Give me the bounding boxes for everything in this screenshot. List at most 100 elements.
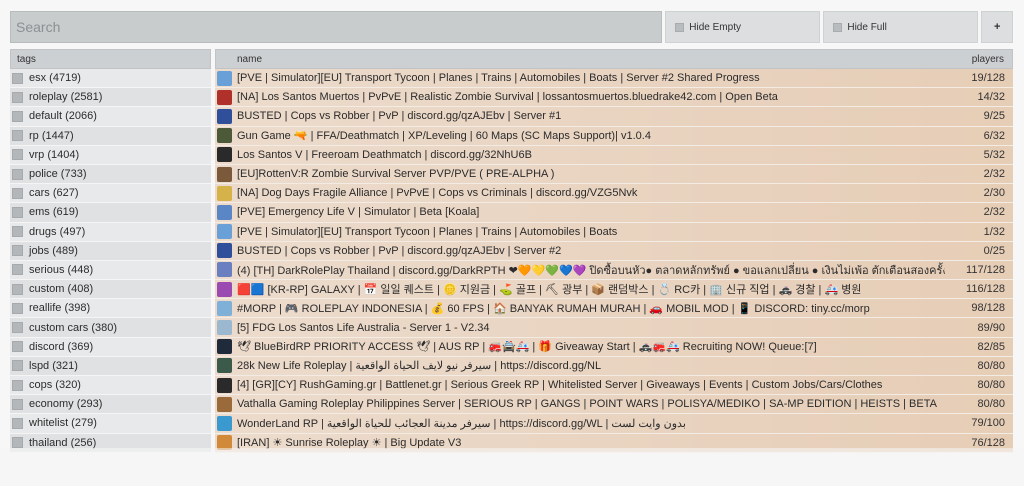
tag-row[interactable]: ems (619) [10, 203, 211, 223]
tag-checkbox[interactable] [12, 264, 23, 276]
server-row[interactable]: Gun Game 🔫 | FFA/Deathmatch | XP/Levelin… [215, 126, 1013, 146]
tags-panel: tags esx (4719) roleplay (2581) default (2… [10, 49, 211, 453]
tag-checkbox[interactable] [12, 360, 23, 372]
tag-checkbox[interactable] [12, 226, 23, 238]
tag-row[interactable]: vrp (1404) [10, 145, 211, 165]
tag-row[interactable]: esx (4719) [10, 69, 211, 89]
tag-checkbox[interactable] [12, 322, 23, 334]
server-name: [PVE | Simulator][EU] Transport Tycoon |… [237, 72, 760, 85]
tag-checkbox[interactable] [12, 149, 23, 161]
tag-checkbox[interactable] [12, 379, 23, 391]
tag-label: esx (4719) [29, 72, 81, 85]
tag-checkbox[interactable] [12, 283, 23, 295]
server-name: 🟥🟦 [KR-RP] GALAXY | 📅 일일 퀘스트 | 🪙 지원금 | ⛳… [237, 284, 862, 297]
tag-row[interactable]: custom cars (380) [10, 318, 211, 338]
tag-checkbox[interactable] [12, 206, 23, 218]
tags-header[interactable]: tags [10, 49, 211, 69]
tag-checkbox[interactable] [12, 245, 23, 257]
tag-checkbox[interactable] [12, 72, 23, 84]
server-players: 9/25 [983, 110, 1005, 123]
server-name: [NA] Dog Days Fragile Alliance | PvPvE |… [237, 187, 638, 200]
server-row[interactable]: Vathalla Gaming Roleplay Philippines Ser… [215, 395, 1013, 415]
server-row[interactable]: [PVE] Emergency Life V | Simulator | Bet… [215, 203, 1013, 223]
server-row[interactable]: 🕊 BlueBirdRP PRIORITY ACCESS 🕊 | AUS RP … [215, 337, 1013, 357]
tag-label: ems (619) [29, 206, 79, 219]
server-row[interactable]: [NA] Dog Days Fragile Alliance | PvPvE |… [215, 184, 1013, 204]
wonderland-icon [217, 415, 232, 431]
tag-row[interactable]: lspd (321) [10, 356, 211, 376]
bottom-fade [0, 448, 1024, 486]
server-row[interactable]: [PVE | Simulator][EU] Transport Tycoon |… [215, 69, 1013, 89]
server-row[interactable]: [PVE | Simulator][EU] Transport Tycoon |… [215, 222, 1013, 242]
tag-row[interactable]: jobs (489) [10, 241, 211, 261]
server-row[interactable]: 28k New Life Roleplay | سيرفر نيو لايف ا… [215, 356, 1013, 376]
tag-row[interactable]: discord (369) [10, 337, 211, 357]
tag-row[interactable]: whitelist (279) [10, 414, 211, 434]
server-players: 116/128 [966, 283, 1005, 296]
server-players: 2/30 [983, 187, 1005, 200]
server-name: 🕊 BlueBirdRP PRIORITY ACCESS 🕊 | AUS RP … [237, 341, 817, 354]
server-players: 80/80 [977, 398, 1005, 411]
hide-full-checkbox[interactable] [833, 22, 843, 32]
server-name: [PVE] Emergency Life V | Simulator | Bet… [237, 206, 480, 219]
hide-full-toggle[interactable]: Hide Full [823, 11, 979, 43]
tag-row[interactable]: cops (320) [10, 376, 211, 396]
server-players: 117/128 [966, 263, 1005, 276]
tag-checkbox[interactable] [12, 417, 23, 429]
tag-row[interactable]: roleplay (2581) [10, 88, 211, 108]
gun-icon [217, 128, 232, 144]
star-icon [217, 185, 232, 201]
server-row[interactable]: BUSTED | Cops vs Robber | PvP | discord.… [215, 107, 1013, 127]
tag-checkbox[interactable] [12, 437, 23, 449]
tag-label: lspd (321) [29, 359, 78, 372]
add-button[interactable]: + [981, 11, 1013, 43]
name-column-header[interactable]: name [237, 54, 262, 65]
server-players: 82/85 [977, 340, 1005, 353]
server-row[interactable]: WonderLand RP | سيرفر مدينة العجائب للحي… [215, 414, 1013, 434]
players-column-header[interactable]: players [972, 54, 1004, 65]
tag-checkbox[interactable] [12, 187, 23, 199]
tag-row[interactable]: default (2066) [10, 107, 211, 127]
tag-row[interactable]: serious (448) [10, 260, 211, 281]
tag-checkbox[interactable] [12, 341, 23, 353]
server-row[interactable]: BUSTED | Cops vs Robber | PvP | discord.… [215, 241, 1013, 261]
hide-full-label: Hide Full [847, 21, 887, 33]
search-box[interactable] [10, 11, 663, 43]
tag-label: vrp (1404) [29, 148, 80, 161]
tag-checkbox[interactable] [12, 110, 23, 122]
tag-row[interactable]: drugs (497) [10, 222, 211, 242]
server-row[interactable]: [EU]RottenV:R Zombie Survival Server PVP… [215, 164, 1013, 185]
tag-row[interactable]: custom (408) [10, 280, 211, 300]
tag-label: cars (627) [29, 187, 79, 200]
server-row[interactable]: (4) [TH] DarkRolePlay Thailand | discord… [215, 260, 1013, 281]
tag-checkbox[interactable] [12, 398, 23, 410]
server-name: 28k New Life Roleplay | سيرفر نيو لايف ا… [237, 360, 602, 373]
tag-row[interactable]: rp (1447) [10, 126, 211, 146]
tag-row[interactable]: economy (293) [10, 395, 211, 415]
tag-row[interactable]: police (733) [10, 164, 211, 185]
server-row[interactable]: 🟥🟦 [KR-RP] GALAXY | 📅 일일 퀘스트 | 🪙 지원금 | ⛳… [215, 280, 1013, 300]
tag-checkbox[interactable] [12, 302, 23, 314]
server-row[interactable]: [5] FDG Los Santos Life Australia - Serv… [215, 318, 1013, 338]
server-row[interactable]: [NA] Los Santos Muertos | PvPvE | Realis… [215, 88, 1013, 108]
server-row[interactable]: Los Santos V | Freeroam Deathmatch | dis… [215, 145, 1013, 165]
police-icon [217, 243, 232, 259]
server-name: [5] FDG Los Santos Life Australia - Serv… [237, 321, 490, 334]
hide-empty-checkbox[interactable] [675, 22, 685, 32]
tag-row[interactable]: reallife (398) [10, 299, 211, 319]
vathalla-icon [217, 396, 232, 412]
plus-icon: + [993, 21, 1001, 33]
server-row[interactable]: #MORP | 🎮 ROLEPLAY INDONESIA | 💰 60 FPS … [215, 299, 1013, 319]
tag-row[interactable]: cars (627) [10, 184, 211, 204]
hide-empty-toggle[interactable]: Hide Empty [665, 11, 821, 43]
tag-label: custom (408) [29, 283, 94, 296]
tag-checkbox[interactable] [12, 168, 23, 180]
server-row[interactable]: [4] [GR][CY] RushGaming.gr | Battlenet.g… [215, 376, 1013, 396]
search-input[interactable] [16, 12, 662, 42]
tag-label: thailand (256) [29, 436, 97, 449]
tag-checkbox[interactable] [12, 91, 23, 103]
tag-checkbox[interactable] [12, 130, 23, 142]
tag-label: discord (369) [29, 340, 94, 353]
server-players: 0/25 [983, 244, 1005, 257]
server-name: (4) [TH] DarkRolePlay Thailand | discord… [237, 264, 945, 277]
